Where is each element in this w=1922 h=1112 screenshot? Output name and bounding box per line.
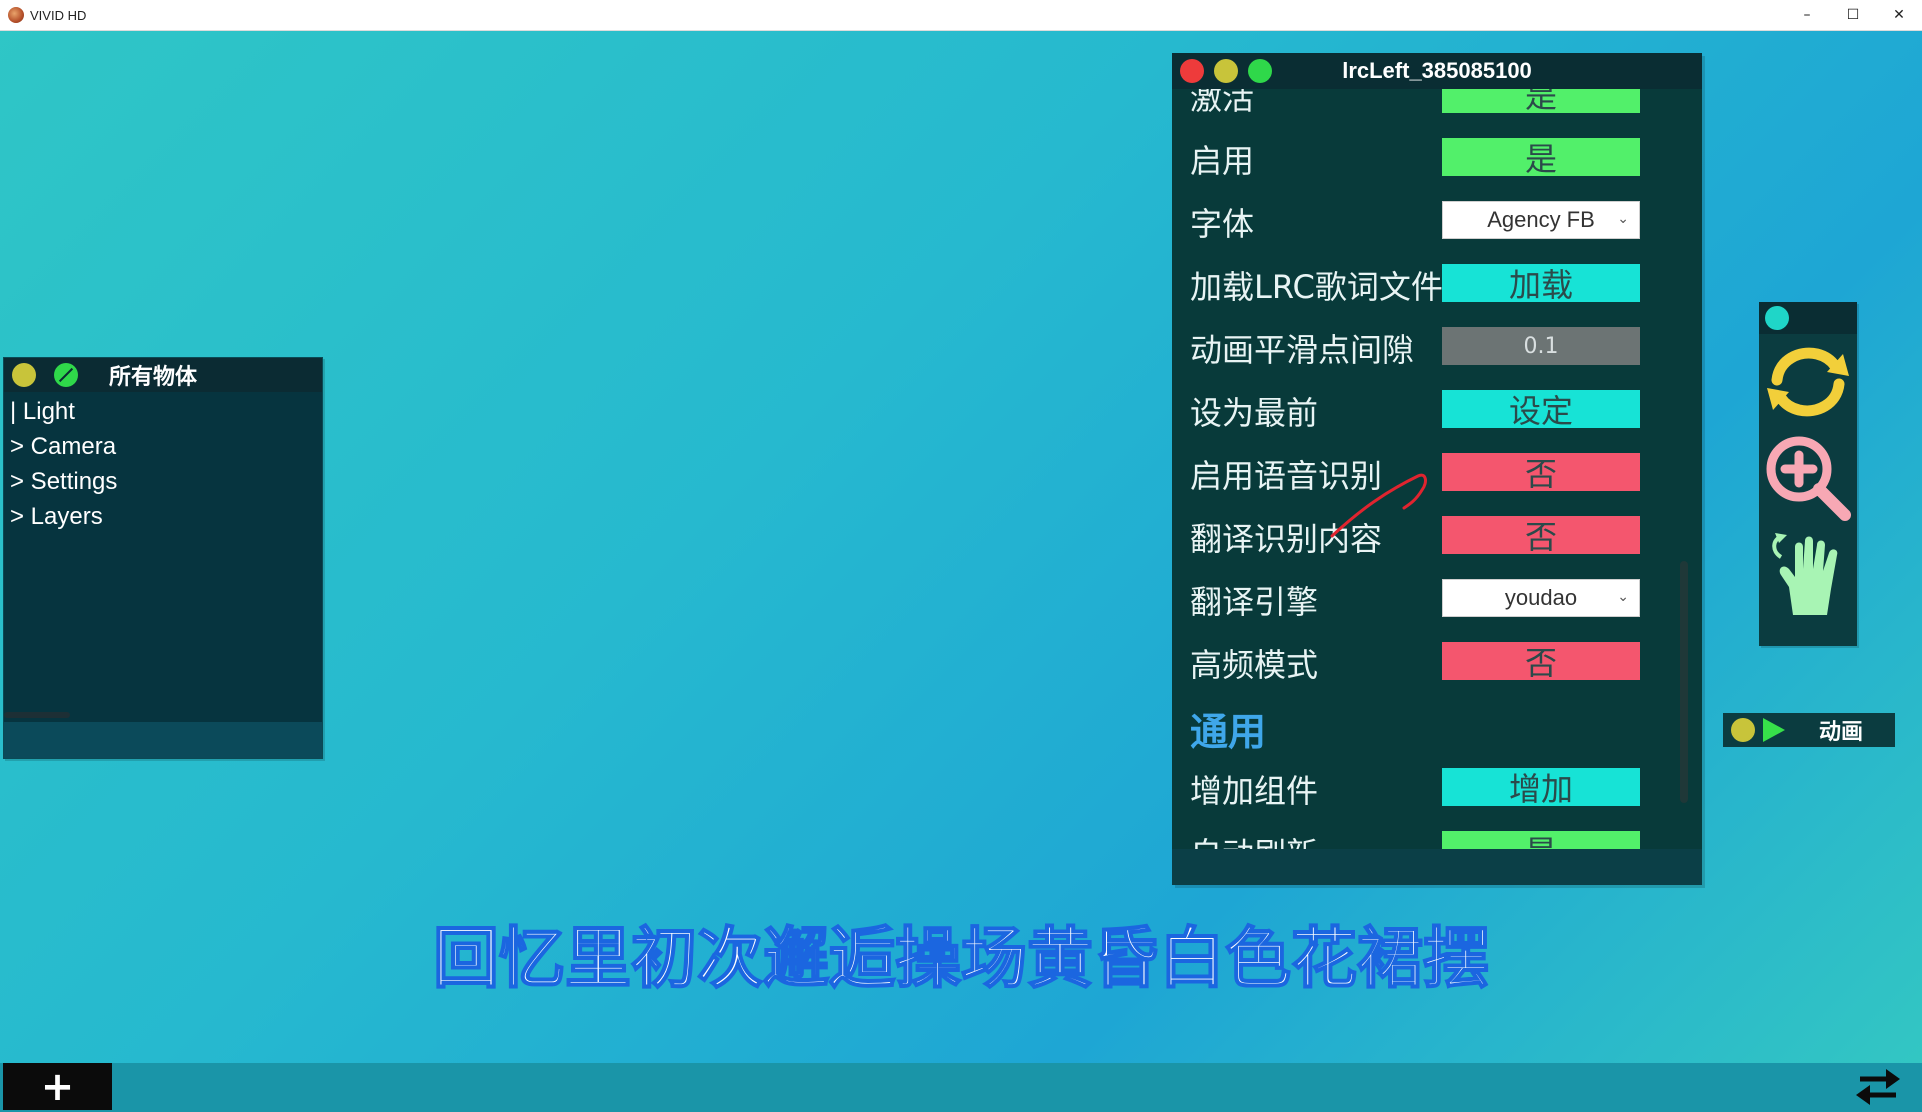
engine-select-value: youdao [1504,585,1578,610]
play-icon[interactable] [1763,718,1785,742]
animation-panel[interactable]: 动画 [1723,713,1895,747]
property-row: 加载LRC歌词文件 加载 [1172,256,1672,319]
collapse-dot-icon[interactable] [12,363,36,387]
inspector-scrollbar[interactable] [1680,561,1688,803]
inspector-header[interactable]: lrcLeft_385085100 [1172,53,1702,89]
zoom-in-icon [1766,436,1851,521]
property-label: 增加组件 [1190,772,1319,810]
maximize-button[interactable]: ☐ [1830,0,1876,30]
refresh-icon [1767,347,1849,417]
toggle-dot-icon[interactable] [54,363,78,387]
hierarchy-panel: 所有物体 | Light > Camera > Settings > Layer… [3,357,323,759]
property-row: 动画平滑点间隙 0.1 [1172,319,1672,382]
add-component-button[interactable]: 增加 [1442,768,1640,808]
font-select[interactable]: Agency FB ⌄ [1442,201,1640,239]
chevron-down-icon: ⌄ [1617,210,1629,226]
property-label: 翻译引擎 [1190,583,1319,621]
inspector-panel: lrcLeft_385085100 激活 是 启用 是 字体 Agency FB… [1172,53,1702,885]
property-row: 启用语音识别 否 [1172,445,1672,508]
property-row: 翻译识别内容 否 [1172,508,1672,571]
property-label: 自动刷新 [1190,829,1318,849]
property-label: 翻译识别内容 [1190,520,1383,558]
property-label: 动画平滑点间隙 [1190,331,1415,369]
set-front-button[interactable]: 设定 [1442,390,1640,430]
inspector-title: lrcLeft_385085100 [1342,58,1532,83]
hierarchy-title: 所有物体 [109,365,198,390]
zoom-tool[interactable] [1759,430,1857,526]
window-controls: – ☐ ✕ [1784,0,1922,30]
property-label: 激活 [1190,89,1255,117]
hierarchy-header[interactable]: 所有物体 [4,358,322,392]
property-toggle[interactable]: 是 [1442,138,1640,178]
palette-dot-icon[interactable] [1765,306,1789,330]
property-toggle[interactable]: 否 [1442,516,1640,556]
app-icon [8,7,24,23]
hand-icon [1772,533,1838,615]
property-label: 启用语音识别 [1190,457,1383,495]
property-toggle[interactable]: 是 [1442,831,1640,849]
smooth-gap-input[interactable]: 0.1 [1442,327,1640,365]
property-label: 加载LRC歌词文件 [1190,268,1443,306]
engine-select[interactable]: youdao ⌄ [1442,579,1640,617]
tool-palette [1759,302,1857,646]
property-list: 激活 是 启用 是 字体 Agency FB ⌄ 加载LRC歌词文件 加载 动画… [1172,89,1672,849]
property-label: 高频模式 [1190,646,1319,684]
property-row: 自动刷新 是 [1172,823,1672,849]
property-toggle[interactable]: 否 [1442,642,1640,682]
pan-tool[interactable] [1759,526,1857,622]
tree-item-settings[interactable]: > Settings [10,464,316,499]
property-label: 设为最前 [1190,394,1319,432]
add-button[interactable]: + [3,1063,112,1110]
window-title: VIVID HD [30,7,87,23]
property-row: 启用 是 [1172,130,1672,193]
property-row: 激活 是 [1172,89,1672,130]
font-select-value: Agency FB [1487,207,1595,232]
property-row: 高频模式 否 [1172,634,1672,697]
refresh-tool[interactable] [1759,334,1857,430]
animation-dot-icon[interactable] [1731,718,1755,742]
hierarchy-scrollbar[interactable] [4,712,70,718]
section-heading: 通用 [1190,710,1267,754]
tool-palette-header[interactable] [1759,302,1857,334]
tree-item-layers[interactable]: > Layers [10,499,316,534]
animation-label: 动画 [1818,720,1863,745]
property-row: 设为最前 设定 [1172,382,1672,445]
property-row: 增加组件 增加 [1172,760,1672,823]
property-row: 字体 Agency FB ⌄ [1172,193,1672,256]
object-tree: | Light > Camera > Settings > Layers [4,392,322,536]
chevron-down-icon: ⌄ [1617,588,1629,604]
property-toggle[interactable]: 否 [1442,453,1640,493]
property-toggle[interactable]: 是 [1442,89,1640,115]
property-label: 字体 [1190,205,1255,243]
window-titlebar: VIVID HD – ☐ ✕ [0,0,1922,31]
load-lrc-button[interactable]: 加载 [1442,264,1640,304]
inspector-footer [1172,849,1702,885]
lyric-subtitle: 回忆里初次邂逅操场黄昏白色花裙摆 [432,919,1490,998]
tree-item-light[interactable]: | Light [10,394,316,429]
swap-arrows-icon[interactable] [1854,1067,1902,1107]
tree-item-camera[interactable]: > Camera [10,429,316,464]
property-row: 翻译引擎 youdao ⌄ [1172,571,1672,634]
minimize-button[interactable]: – [1784,0,1830,30]
hierarchy-footer [4,722,322,758]
bottom-bar [0,1063,1922,1112]
close-button[interactable]: ✕ [1876,0,1922,30]
property-label: 启用 [1190,142,1255,180]
